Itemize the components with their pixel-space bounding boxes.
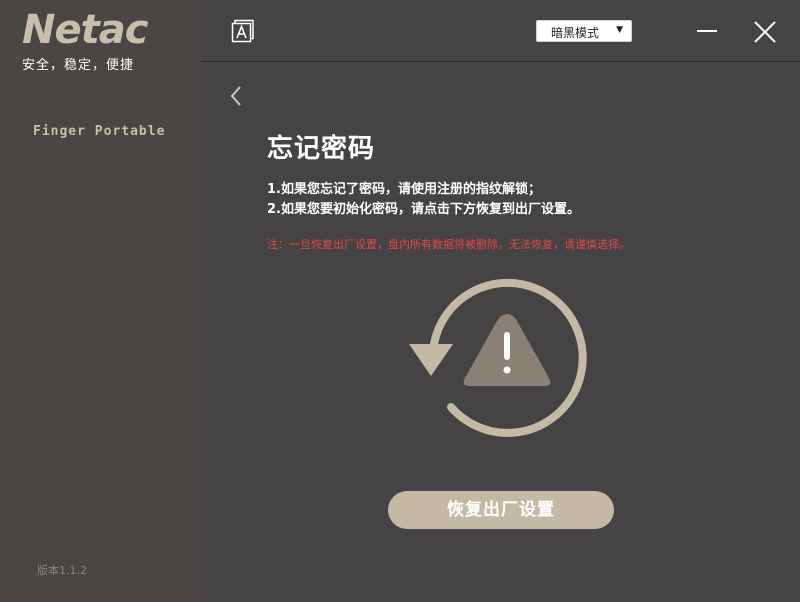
top-bar: 暗黑模式 ▼ <box>201 0 800 62</box>
main-panel: 暗黑模式 ▼ 忘记密码 1.如果您忘记了密码，请使用注册的指纹解锁； 2.如果您… <box>201 0 800 602</box>
caret-down-icon: ▼ <box>616 25 623 35</box>
chevron-left-icon[interactable] <box>227 84 245 108</box>
sidebar: Netac 安全，稳定，便捷 Finger Portable 版本1.1.2 <box>0 0 201 602</box>
brand-logo: Netac <box>22 7 148 53</box>
close-icon[interactable] <box>753 20 777 44</box>
page-title: 忘记密码 <box>267 134 376 164</box>
theme-mode-select[interactable]: 暗黑模式 ▼ <box>536 20 632 42</box>
reset-warning-icon <box>407 274 597 444</box>
theme-mode-value: 暗黑模式 <box>551 26 600 40</box>
app-window: Netac 安全，稳定，便捷 Finger Portable 版本1.1.2 暗… <box>0 0 800 602</box>
instruction-line: 2.如果您要初始化密码，请点击下方恢复到出厂设置。 <box>267 202 580 217</box>
font-size-icon[interactable] <box>231 19 255 43</box>
instructions: 1.如果您忘记了密码，请使用注册的指纹解锁； 2.如果您要初始化密码，请点击下方… <box>267 180 580 220</box>
factory-reset-button[interactable]: 恢复出厂设置 <box>388 491 614 529</box>
warning-note: 注：一旦恢复出厂设置，盘内所有数据将被删除，无法恢复，请谨慎选择。 <box>267 238 630 251</box>
minimize-icon[interactable] <box>695 20 719 42</box>
sidebar-item-finger-portable[interactable]: Finger Portable <box>33 124 165 139</box>
instruction-line: 1.如果您忘记了密码，请使用注册的指纹解锁； <box>267 182 541 197</box>
brand-slogan: 安全，稳定，便捷 <box>22 58 135 73</box>
version-label: 版本1.1.2 <box>37 564 87 577</box>
